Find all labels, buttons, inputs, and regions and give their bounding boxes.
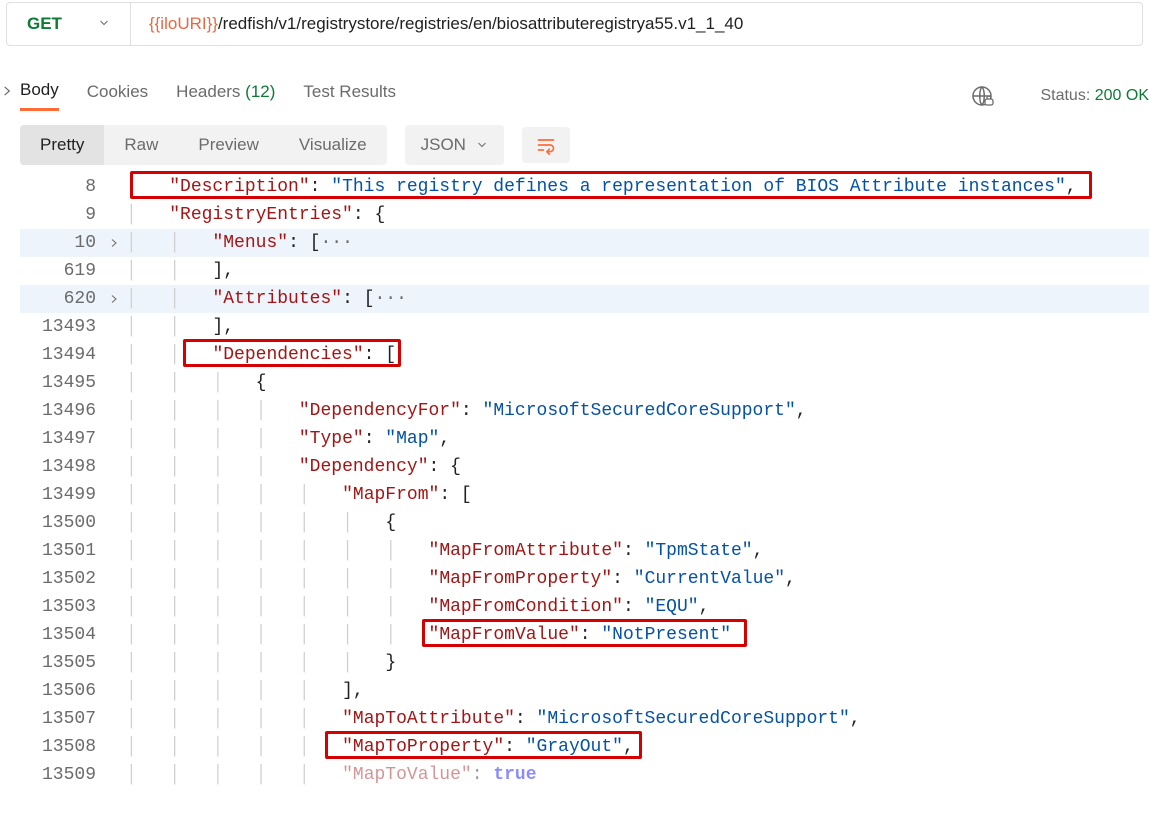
code-content: │ │ │ │ "Type": "Map",	[126, 425, 1149, 453]
wrap-lines-button[interactable]	[522, 127, 570, 163]
code-line: 13497 │ │ │ │ "Type": "Map",	[20, 425, 1149, 453]
line-number: 13494	[20, 341, 102, 369]
http-method-label: GET	[27, 14, 62, 34]
code-line: 13500 │ │ │ │ │ │ {	[20, 509, 1149, 537]
format-select[interactable]: JSON	[405, 125, 504, 165]
response-tabs: Body Cookies Headers (12) Test Results S…	[20, 80, 1149, 111]
view-pretty[interactable]: Pretty	[20, 125, 104, 165]
url-variable: {{iloURI}}	[149, 14, 218, 33]
view-mode-segment: Pretty Raw Preview Visualize	[20, 125, 387, 165]
code-line: 13502 │ │ │ │ │ │ │ "MapFromProperty": "C…	[20, 565, 1149, 593]
code-content: │ │ │ │ │ "MapFrom": [	[126, 481, 1149, 509]
code-content: │ "RegistryEntries": {	[126, 201, 1149, 229]
url-path: /redfish/v1/registrystore/registries/en/…	[218, 14, 743, 33]
code-content: │ │ │ │ │ │ {	[126, 509, 1149, 537]
line-number: 8	[20, 173, 102, 201]
line-number: 13508	[20, 733, 102, 761]
line-number: 13500	[20, 509, 102, 537]
code-content: │ │ │ │ "Dependency": {	[126, 453, 1149, 481]
line-number: 13509	[20, 761, 102, 789]
line-number: 13497	[20, 425, 102, 453]
chevron-down-icon	[98, 17, 110, 32]
tab-test-results[interactable]: Test Results	[303, 82, 396, 110]
code-content: │ │ │ │ │ │ │ "MapFromProperty": "Curren…	[126, 565, 1149, 593]
response-body[interactable]: 8 │ "Description": "This registry defines…	[20, 173, 1149, 789]
code-content: │ │ │ │ │ "MapToValue": true	[126, 761, 1149, 789]
fold-toggle[interactable]	[102, 293, 126, 305]
code-line: 620 │ │ "Attributes": [···	[20, 285, 1149, 313]
code-line: 13508 │ │ │ │ │ "MapToProperty": "GrayOut…	[20, 733, 1149, 761]
url-input[interactable]: {{iloURI}}/redfish/v1/registrystore/regi…	[131, 14, 1142, 34]
code-line: 13496 │ │ │ │ "DependencyFor": "Microsoft…	[20, 397, 1149, 425]
code-content: │ "Description": "This registry defines …	[126, 173, 1149, 201]
line-number: 9	[20, 201, 102, 229]
globe-icon[interactable]	[970, 84, 994, 108]
code-content: │ │ │ │ │ │ }	[126, 649, 1149, 677]
view-visualize[interactable]: Visualize	[279, 125, 387, 165]
fold-toggle[interactable]	[102, 237, 126, 249]
line-number: 13502	[20, 565, 102, 593]
code-content: │ │ │ │ "DependencyFor": "MicrosoftSecur…	[126, 397, 1149, 425]
code-line: 13494 │ │ "Dependencies": [	[20, 341, 1149, 369]
view-preview[interactable]: Preview	[178, 125, 278, 165]
code-content: │ │ │ │ │ │ │ "MapFromCondition": "EQU",	[126, 593, 1149, 621]
http-method-selector[interactable]: GET	[7, 3, 131, 45]
code-content: │ │ ],	[126, 257, 1149, 285]
code-content: │ │ ],	[126, 313, 1149, 341]
tab-body[interactable]: Body	[20, 80, 59, 111]
line-number: 13493	[20, 313, 102, 341]
code-content: │ │ │ │ │ "MapToProperty": "GrayOut",	[126, 733, 1149, 761]
line-number: 10	[20, 229, 102, 257]
code-line: 13493 │ │ ],	[20, 313, 1149, 341]
line-number: 13505	[20, 649, 102, 677]
code-content: │ │ │ │ │ "MapToAttribute": "MicrosoftSe…	[126, 705, 1149, 733]
url-bar: GET {{iloURI}}/redfish/v1/registrystore/…	[6, 2, 1143, 46]
line-number: 620	[20, 285, 102, 313]
view-raw[interactable]: Raw	[104, 125, 178, 165]
line-number: 13496	[20, 397, 102, 425]
status-indicator: Status: 200 OK	[1040, 87, 1149, 105]
code-line: 619 │ │ ],	[20, 257, 1149, 285]
code-line: 13509 │ │ │ │ │ "MapToValue": true	[20, 761, 1149, 789]
tab-headers[interactable]: Headers (12)	[176, 82, 275, 110]
code-line: 8 │ "Description": "This registry defines…	[20, 173, 1149, 201]
collapse-handle[interactable]	[0, 80, 20, 789]
response-toolbar: Pretty Raw Preview Visualize JSON	[20, 125, 1149, 165]
code-line: 13501 │ │ │ │ │ │ │ "MapFromAttribute": "…	[20, 537, 1149, 565]
code-line: 13503 │ │ │ │ │ │ │ "MapFromCondition": "…	[20, 593, 1149, 621]
code-line: 13506 │ │ │ │ │ ],	[20, 677, 1149, 705]
code-content: │ │ │ │ │ │ │ "MapFromValue": "NotPresen…	[126, 621, 1149, 649]
code-line: 13499 │ │ │ │ │ "MapFrom": [	[20, 481, 1149, 509]
code-content: │ │ "Dependencies": [	[126, 341, 1149, 369]
line-number: 13499	[20, 481, 102, 509]
code-line: 13507 │ │ │ │ │ "MapToAttribute": "Micros…	[20, 705, 1149, 733]
code-content: │ │ │ │ │ │ │ "MapFromAttribute": "TpmSt…	[126, 537, 1149, 565]
line-number: 13506	[20, 677, 102, 705]
line-number: 13504	[20, 621, 102, 649]
line-number: 13501	[20, 537, 102, 565]
code-line: 13504 │ │ │ │ │ │ │ "MapFromValue": "NotP…	[20, 621, 1149, 649]
line-number: 619	[20, 257, 102, 285]
code-content: │ │ │ │ │ ],	[126, 677, 1149, 705]
line-number: 13503	[20, 593, 102, 621]
code-line: 13505 │ │ │ │ │ │ }	[20, 649, 1149, 677]
line-number: 13495	[20, 369, 102, 397]
tab-cookies[interactable]: Cookies	[87, 82, 148, 110]
code-line: 10 │ │ "Menus": [···	[20, 229, 1149, 257]
code-content: │ │ │ {	[126, 369, 1149, 397]
code-line: 9 │ "RegistryEntries": {	[20, 201, 1149, 229]
line-number: 13507	[20, 705, 102, 733]
line-number: 13498	[20, 453, 102, 481]
code-line: 13495 │ │ │ {	[20, 369, 1149, 397]
code-content: │ │ "Attributes": [···	[126, 285, 1149, 313]
code-content: │ │ "Menus": [···	[126, 229, 1149, 257]
code-line: 13498 │ │ │ │ "Dependency": {	[20, 453, 1149, 481]
